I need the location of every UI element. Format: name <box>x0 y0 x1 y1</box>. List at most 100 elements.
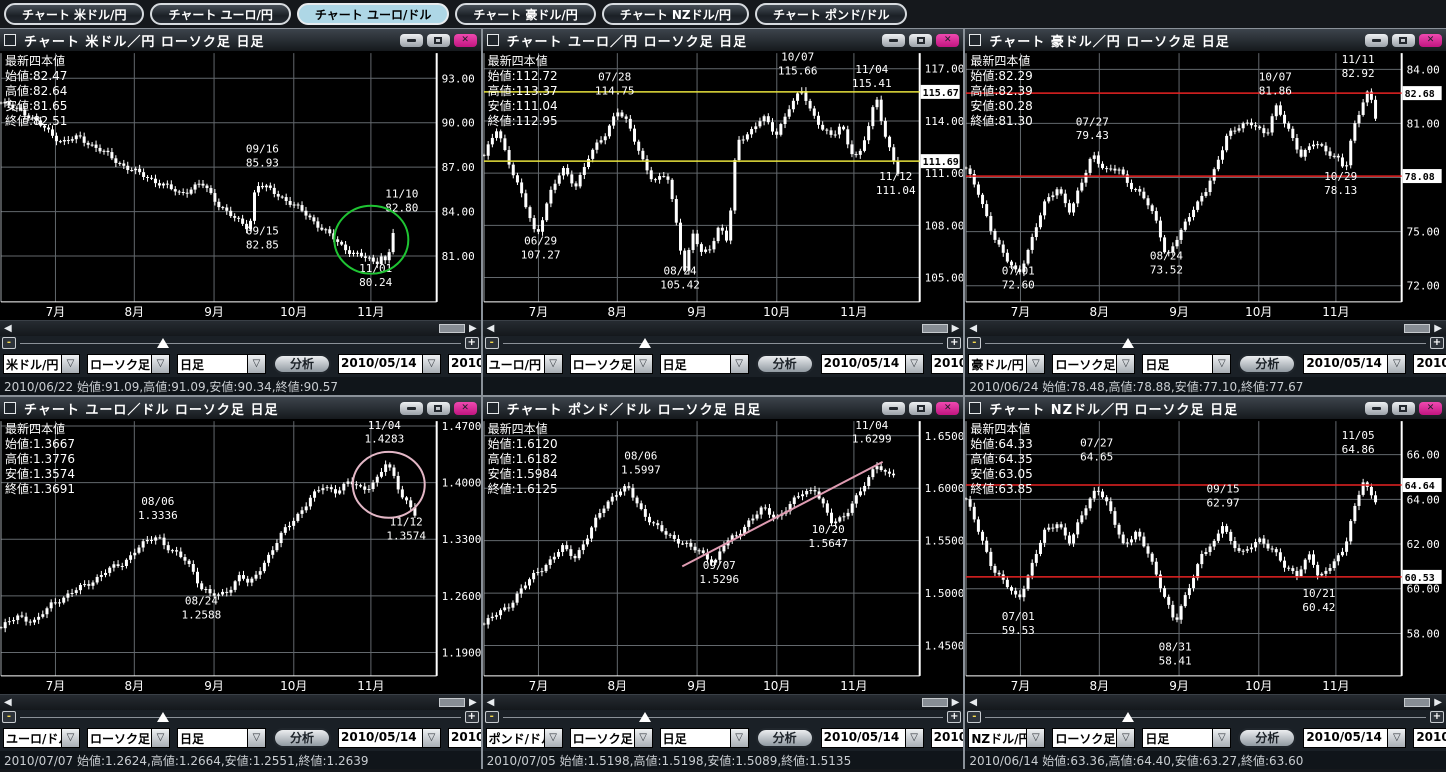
chart-area[interactable]: 84.0081.0078.0075.0072.007月8月9月10月11月82.… <box>965 51 1446 320</box>
scrollbar-track[interactable] <box>496 698 921 708</box>
dropdown-arrow-icon[interactable]: ▽ <box>422 728 441 748</box>
close-button[interactable]: ✕ <box>1419 34 1442 47</box>
scroll-left-arrow-icon[interactable]: ◀ <box>967 698 979 708</box>
close-button[interactable]: ✕ <box>454 402 477 415</box>
period-select[interactable]: 日足 ▽ <box>177 728 266 748</box>
scroll-left-arrow-icon[interactable]: ◀ <box>485 698 497 708</box>
dropdown-arrow-icon[interactable]: ▽ <box>905 728 924 748</box>
analyze-button[interactable]: 分析 <box>1238 354 1296 374</box>
dropdown-arrow-icon[interactable]: ▽ <box>1116 354 1135 374</box>
maximize-button[interactable] <box>427 402 450 415</box>
dropdown-arrow-icon[interactable]: ▽ <box>1026 354 1045 374</box>
scrollbar-track[interactable] <box>979 324 1404 334</box>
date-to-select[interactable]: 2010/11/14 ▽ <box>1413 728 1446 748</box>
date-from-select[interactable]: 2010/05/14 ▽ <box>821 728 924 748</box>
zoom-in-button[interactable]: + <box>465 711 479 723</box>
minimize-button[interactable] <box>400 402 423 415</box>
scroll-right-arrow-icon[interactable]: ▶ <box>950 324 962 334</box>
scrollbar-thumb[interactable] <box>439 324 465 333</box>
dropdown-arrow-icon[interactable]: ▽ <box>1212 728 1231 748</box>
dropdown-arrow-icon[interactable]: ▽ <box>1116 728 1135 748</box>
date-to-select[interactable]: 2010/11/14 ▽ <box>448 728 481 748</box>
zoom-in-button[interactable]: + <box>947 711 961 723</box>
chart-tab[interactable]: チャート NZドル/円 <box>602 3 749 25</box>
period-select[interactable]: 日足 ▽ <box>1142 354 1231 374</box>
analyze-button[interactable]: 分析 <box>756 354 814 374</box>
zoom-in-button[interactable]: + <box>1430 337 1444 349</box>
scroll-right-arrow-icon[interactable]: ▶ <box>467 324 479 334</box>
chart-style-select[interactable]: ローソク足 ▽ <box>1052 728 1135 748</box>
analyze-button[interactable]: 分析 <box>1238 728 1296 748</box>
chart-area[interactable]: 93.0090.0087.0084.0081.007月8月9月10月11月09/… <box>0 51 481 320</box>
dropdown-arrow-icon[interactable]: ▽ <box>151 354 170 374</box>
dropdown-arrow-icon[interactable]: ▽ <box>422 354 441 374</box>
window-menu-icon[interactable] <box>487 402 499 414</box>
scroll-left-arrow-icon[interactable]: ◀ <box>2 324 14 334</box>
dropdown-arrow-icon[interactable]: ▽ <box>1212 354 1231 374</box>
dropdown-arrow-icon[interactable]: ▽ <box>730 728 749 748</box>
chart-style-select[interactable]: ローソク足 ▽ <box>87 728 170 748</box>
chart-tab[interactable]: チャート ポンド/ドル <box>755 3 907 25</box>
period-select[interactable]: 日足 ▽ <box>660 728 749 748</box>
date-to-select[interactable]: 2010/11/14 ▽ <box>931 728 964 748</box>
window-menu-icon[interactable] <box>969 402 981 414</box>
date-to-select[interactable]: 2010/11/14 ▽ <box>931 354 964 374</box>
dropdown-arrow-icon[interactable]: ▽ <box>247 728 266 748</box>
chart-area[interactable]: 117.00114.00111.00108.00105.007月8月9月10月1… <box>483 51 964 320</box>
chart-style-select[interactable]: ローソク足 ▽ <box>570 354 653 374</box>
dropdown-arrow-icon[interactable]: ▽ <box>151 728 170 748</box>
zoom-slider-thumb[interactable] <box>157 338 169 348</box>
window-menu-icon[interactable] <box>487 34 499 46</box>
chart-tab[interactable]: チャート 豪ドル/円 <box>455 3 595 25</box>
zoom-out-button[interactable]: - <box>2 337 16 349</box>
minimize-button[interactable] <box>882 402 905 415</box>
zoom-slider-thumb[interactable] <box>639 712 651 722</box>
dropdown-arrow-icon[interactable]: ▽ <box>730 354 749 374</box>
dropdown-arrow-icon[interactable]: ▽ <box>1387 354 1406 374</box>
analyze-button[interactable]: 分析 <box>273 354 331 374</box>
close-button[interactable]: ✕ <box>1419 402 1442 415</box>
minimize-button[interactable] <box>400 34 423 47</box>
zoom-slider-track[interactable] <box>20 711 461 723</box>
zoom-slider-thumb[interactable] <box>157 712 169 722</box>
pair-select[interactable]: ポンド/ドル ▽ <box>486 728 563 748</box>
zoom-out-button[interactable]: - <box>2 711 16 723</box>
period-select[interactable]: 日足 ▽ <box>660 354 749 374</box>
zoom-slider-thumb[interactable] <box>1122 338 1134 348</box>
zoom-in-button[interactable]: + <box>1430 711 1444 723</box>
zoom-out-button[interactable]: - <box>485 711 499 723</box>
minimize-button[interactable] <box>882 34 905 47</box>
zoom-slider-track[interactable] <box>985 337 1426 349</box>
chart-style-select[interactable]: ローソク足 ▽ <box>1052 354 1135 374</box>
dropdown-arrow-icon[interactable]: ▽ <box>61 354 80 374</box>
chart-area[interactable]: 1.65001.60001.55001.50001.45007月8月9月10月1… <box>483 419 964 694</box>
zoom-slider-thumb[interactable] <box>1122 712 1134 722</box>
scroll-right-arrow-icon[interactable]: ▶ <box>1432 698 1444 708</box>
date-to-select[interactable]: 2010/11/14 ▽ <box>1413 354 1446 374</box>
zoom-out-button[interactable]: - <box>485 337 499 349</box>
chart-area[interactable]: 66.0064.0062.0060.0058.007月8月9月10月11月64.… <box>965 419 1446 694</box>
scrollbar-track[interactable] <box>979 698 1404 708</box>
maximize-button[interactable] <box>909 34 932 47</box>
scroll-right-arrow-icon[interactable]: ▶ <box>467 698 479 708</box>
chart-tab[interactable]: チャート 米ドル/円 <box>4 3 144 25</box>
dropdown-arrow-icon[interactable]: ▽ <box>634 728 653 748</box>
dropdown-arrow-icon[interactable]: ▽ <box>1026 728 1045 748</box>
scrollbar-thumb[interactable] <box>1404 698 1430 707</box>
zoom-slider-track[interactable] <box>20 337 461 349</box>
scrollbar-track[interactable] <box>14 324 439 334</box>
date-from-select[interactable]: 2010/05/14 ▽ <box>1303 354 1406 374</box>
zoom-slider-track[interactable] <box>503 711 944 723</box>
period-select[interactable]: 日足 ▽ <box>177 354 266 374</box>
zoom-slider-track[interactable] <box>985 711 1426 723</box>
pair-select[interactable]: ユーロ/ドル ▽ <box>3 728 80 748</box>
pair-select[interactable]: 米ドル/円 ▽ <box>3 354 80 374</box>
minimize-button[interactable] <box>1365 402 1388 415</box>
dropdown-arrow-icon[interactable]: ▽ <box>247 354 266 374</box>
maximize-button[interactable] <box>427 34 450 47</box>
dropdown-arrow-icon[interactable]: ▽ <box>905 354 924 374</box>
zoom-slider-track[interactable] <box>503 337 944 349</box>
date-from-select[interactable]: 2010/05/14 ▽ <box>338 728 441 748</box>
scroll-left-arrow-icon[interactable]: ◀ <box>967 324 979 334</box>
analyze-button[interactable]: 分析 <box>756 728 814 748</box>
